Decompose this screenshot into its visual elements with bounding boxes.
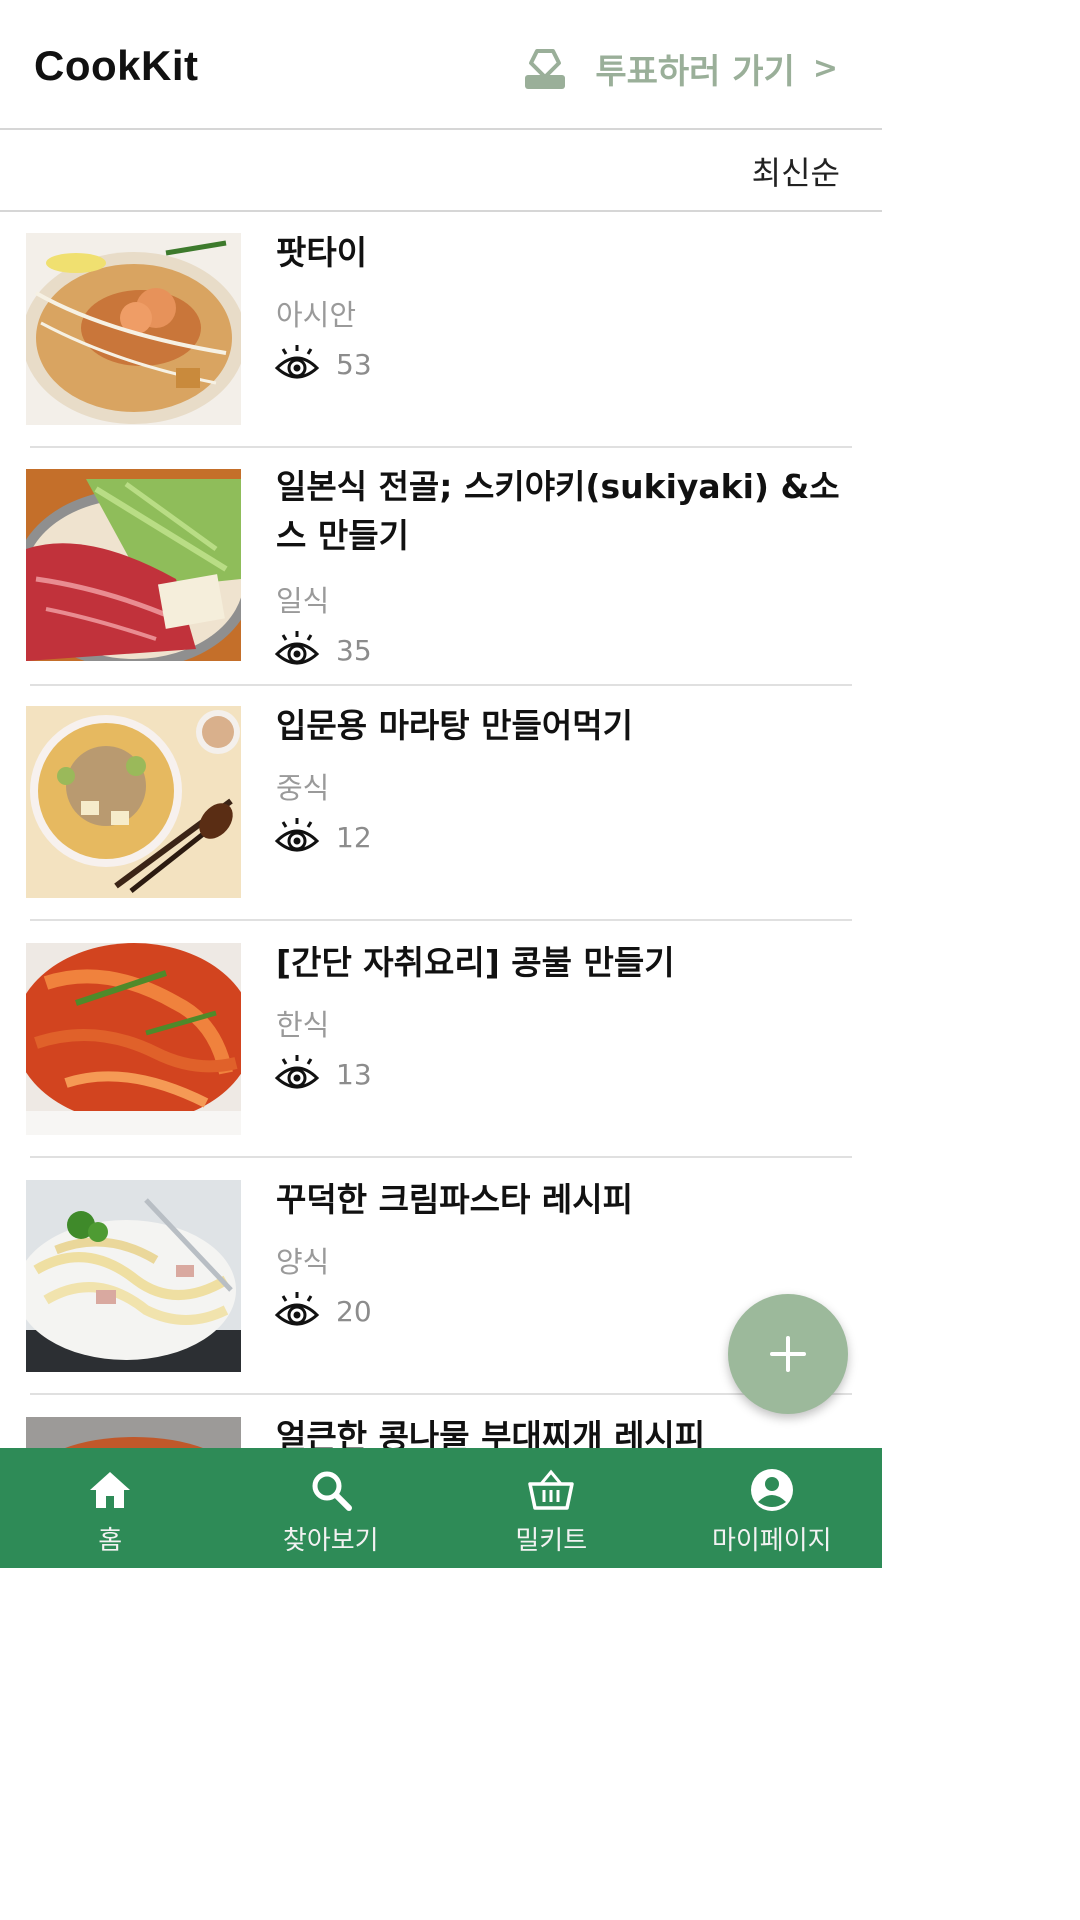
nav-label-home: 홈 — [98, 1526, 123, 1556]
vote-icon — [525, 48, 566, 89]
app-header: CookKit 투표하러 가기 > — [0, 0, 882, 130]
recipe-thumbnail — [26, 1180, 241, 1372]
view-count-value: 20 — [336, 1294, 372, 1328]
view-count-value: 12 — [336, 820, 372, 854]
eye-icon — [274, 818, 320, 852]
nav-item-mealkit[interactable]: 밀키트 — [441, 1448, 662, 1568]
nav-label-search: 찾아보기 — [282, 1526, 379, 1556]
recipe-title: 얼큰한 콩나물 부대찌개 레시피 — [276, 1417, 706, 1448]
sort-bar: 최신순 — [0, 130, 882, 212]
recipe-thumbnail — [26, 1417, 241, 1448]
basket-icon — [528, 1469, 574, 1510]
recipe-category: 아시안 — [276, 298, 357, 332]
account-icon — [750, 1469, 793, 1511]
recipe-category: 한식 — [276, 1008, 330, 1042]
recipe-thumbnail — [26, 943, 241, 1135]
recipe-title: 입문용 마라탕 만들어먹기 — [276, 706, 633, 745]
eye-icon — [274, 1292, 320, 1326]
vote-link[interactable]: 투표하러 가기 > — [523, 44, 838, 93]
list-divider — [30, 1156, 852, 1158]
nav-item-search[interactable]: 찾아보기 — [221, 1448, 442, 1568]
nav-item-mypage[interactable]: 마이페이지 — [662, 1448, 883, 1568]
list-divider — [30, 684, 852, 686]
sort-button[interactable]: 최신순 — [752, 148, 840, 194]
nav-label-mypage: 마이페이지 — [711, 1526, 832, 1556]
nav-item-home[interactable]: 홈 — [0, 1448, 221, 1568]
home-icon — [90, 1472, 131, 1508]
recipe-title: 팟타이 — [276, 233, 368, 272]
eye-icon — [274, 631, 320, 665]
app-title: CookKit — [34, 42, 199, 89]
list-divider — [30, 1393, 852, 1395]
recipe-title: 일본식 전골; 스키야키(sukiyaki) &소스 만들기 — [276, 467, 840, 555]
bottom-nav: 홈 찾아보기 밀키트 마이페이지 — [0, 1448, 882, 1568]
view-count-value: 53 — [336, 347, 372, 381]
recipe-title: [간단 자취요리] 콩불 만들기 — [276, 943, 675, 982]
recipe-category: 중식 — [276, 771, 330, 805]
eye-icon — [274, 1055, 320, 1089]
chevron-right-icon: > — [812, 51, 838, 86]
nav-label-mealkit: 밀키트 — [515, 1526, 588, 1556]
list-divider — [30, 919, 852, 921]
search-icon — [312, 1471, 352, 1511]
plus-icon — [770, 1336, 806, 1372]
eye-icon — [274, 345, 320, 379]
view-count-value: 13 — [336, 1057, 372, 1091]
view-count: 35 — [274, 628, 372, 672]
recipe-list: 팟타이 아시안 53 일본식 전골; 스키야키(sukiyaki) &소스 만들… — [0, 212, 882, 1448]
recipe-thumbnail — [26, 706, 241, 898]
view-count: 20 — [274, 1289, 372, 1333]
vote-label: 투표하러 가기 — [595, 52, 795, 92]
recipe-thumbnail — [26, 469, 241, 661]
view-count: 13 — [274, 1052, 372, 1096]
view-count-value: 35 — [336, 633, 372, 667]
view-count: 12 — [274, 815, 372, 859]
recipe-category: 양식 — [276, 1245, 330, 1279]
recipe-category: 일식 — [276, 584, 330, 618]
recipe-thumbnail — [26, 233, 241, 425]
add-recipe-button[interactable] — [728, 1294, 848, 1414]
recipe-title: 꾸덕한 크림파스타 레시피 — [276, 1180, 633, 1219]
list-divider — [30, 446, 852, 448]
view-count: 53 — [274, 342, 372, 386]
